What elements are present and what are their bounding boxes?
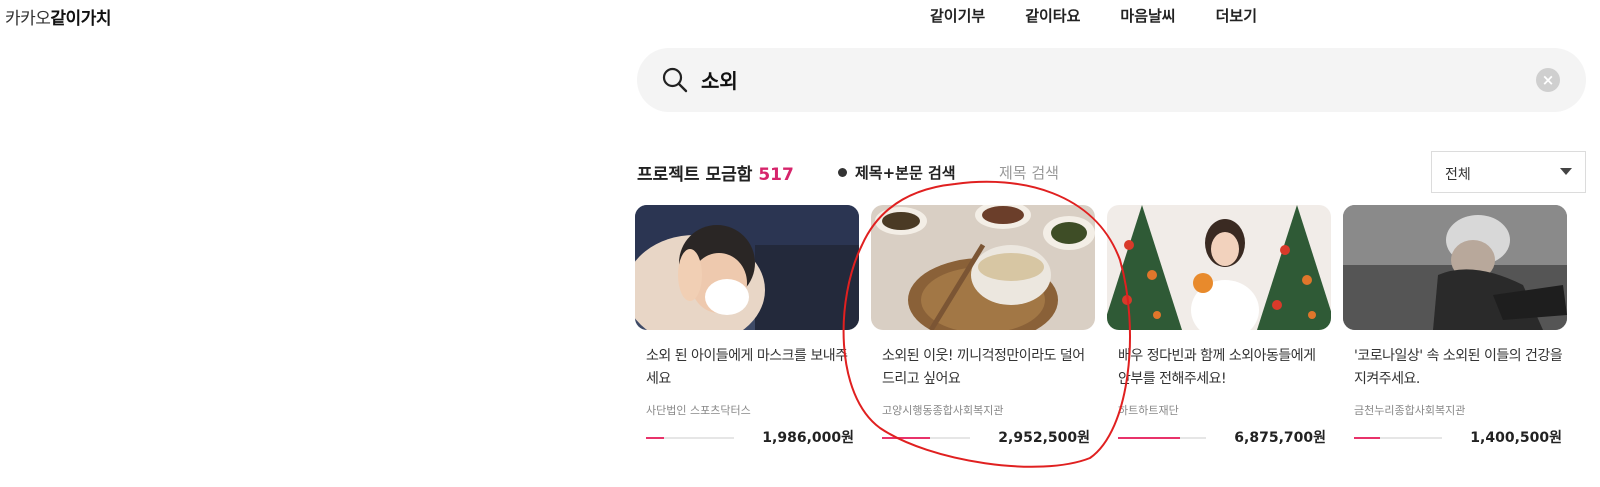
logo-gachi: 같이가치 [50, 9, 111, 29]
nav-item-mind-weather[interactable]: 마음날씨 [1120, 5, 1175, 26]
card-organization: 고양시행동종합사회복지관 [882, 404, 1004, 417]
progress-bar [1354, 437, 1442, 439]
selected-dot-icon [838, 168, 847, 177]
card-amount: 1,986,000원 [762, 430, 854, 446]
card-thumbnail[interactable] [635, 205, 859, 330]
progress-bar [882, 437, 970, 439]
project-card[interactable]: 소외된 이웃! 끼니걱정만이라도 덜어드리고 싶어요 고양시행동종합사회복지관 … [871, 205, 1095, 446]
filter-select-value: 전체 [1445, 167, 1471, 183]
caret-down-icon [1560, 168, 1572, 175]
filter-select[interactable]: 전체 [1431, 151, 1586, 193]
nav-item-more[interactable]: 더보기 [1216, 5, 1257, 26]
result-count: 517 [758, 165, 794, 185]
card-title[interactable]: 소외 된 아이들에게 마스크를 보내주세요 [646, 345, 856, 391]
card-amount: 6,875,700원 [1234, 430, 1326, 446]
progress-fill [882, 437, 931, 439]
card-title[interactable]: 배우 정다빈과 함께 소외아동들에게 안부를 전해주세요! [1118, 345, 1328, 391]
project-card[interactable]: 배우 정다빈과 함께 소외아동들에게 안부를 전해주세요! 하트하트재단 6,8… [1107, 205, 1331, 446]
project-card[interactable]: 소외 된 아이들에게 마스크를 보내주세요 사단법인 스포츠닥터스 1,986,… [635, 205, 859, 446]
nav-item-ride[interactable]: 같이타요 [1025, 5, 1080, 26]
result-count-title: 프로젝트 모금함 517 [637, 160, 794, 185]
search-input[interactable]: 소외 [701, 65, 738, 94]
search-option-title-only[interactable]: 제목 검색 [999, 162, 1059, 183]
search-option-title-body[interactable]: 제목+본문 검색 [838, 162, 956, 183]
card-title[interactable]: '코로나일상' 속 소외된 이들의 건강을 지켜주세요. [1354, 345, 1564, 391]
progress-fill [1118, 437, 1180, 439]
card-thumbnail[interactable] [1343, 205, 1567, 330]
card-organization: 금천누리종합사회복지관 [1354, 404, 1466, 417]
logo-kakao: 카카오 [5, 9, 51, 29]
card-organization: 하트하트재단 [1118, 404, 1179, 417]
progress-fill [646, 437, 664, 439]
search-icon[interactable] [661, 66, 689, 94]
nav-item-donate[interactable]: 같이기부 [930, 5, 985, 26]
card-thumbnail[interactable] [871, 205, 1095, 330]
clear-search-icon[interactable]: × [1536, 68, 1560, 92]
result-label: 프로젝트 모금함 [637, 165, 753, 185]
search-option-title-body-label: 제목+본문 검색 [855, 164, 956, 182]
card-thumbnail[interactable] [1107, 205, 1331, 330]
card-title[interactable]: 소외된 이웃! 끼니걱정만이라도 덜어드리고 싶어요 [882, 345, 1092, 391]
card-amount: 1,400,500원 [1470, 430, 1562, 446]
site-logo[interactable]: 카카오같이가치 [5, 4, 111, 29]
search-bar: 소외 × [637, 48, 1586, 112]
progress-fill [1354, 437, 1381, 439]
project-card[interactable]: '코로나일상' 속 소외된 이들의 건강을 지켜주세요. 금천누리종합사회복지관… [1343, 205, 1567, 446]
card-organization: 사단법인 스포츠닥터스 [646, 404, 751, 417]
progress-bar [646, 437, 734, 439]
progress-bar [1118, 437, 1206, 439]
card-amount: 2,952,500원 [998, 430, 1090, 446]
main-nav: 같이기부 같이타요 마음날씨 더보기 [930, 5, 1257, 26]
